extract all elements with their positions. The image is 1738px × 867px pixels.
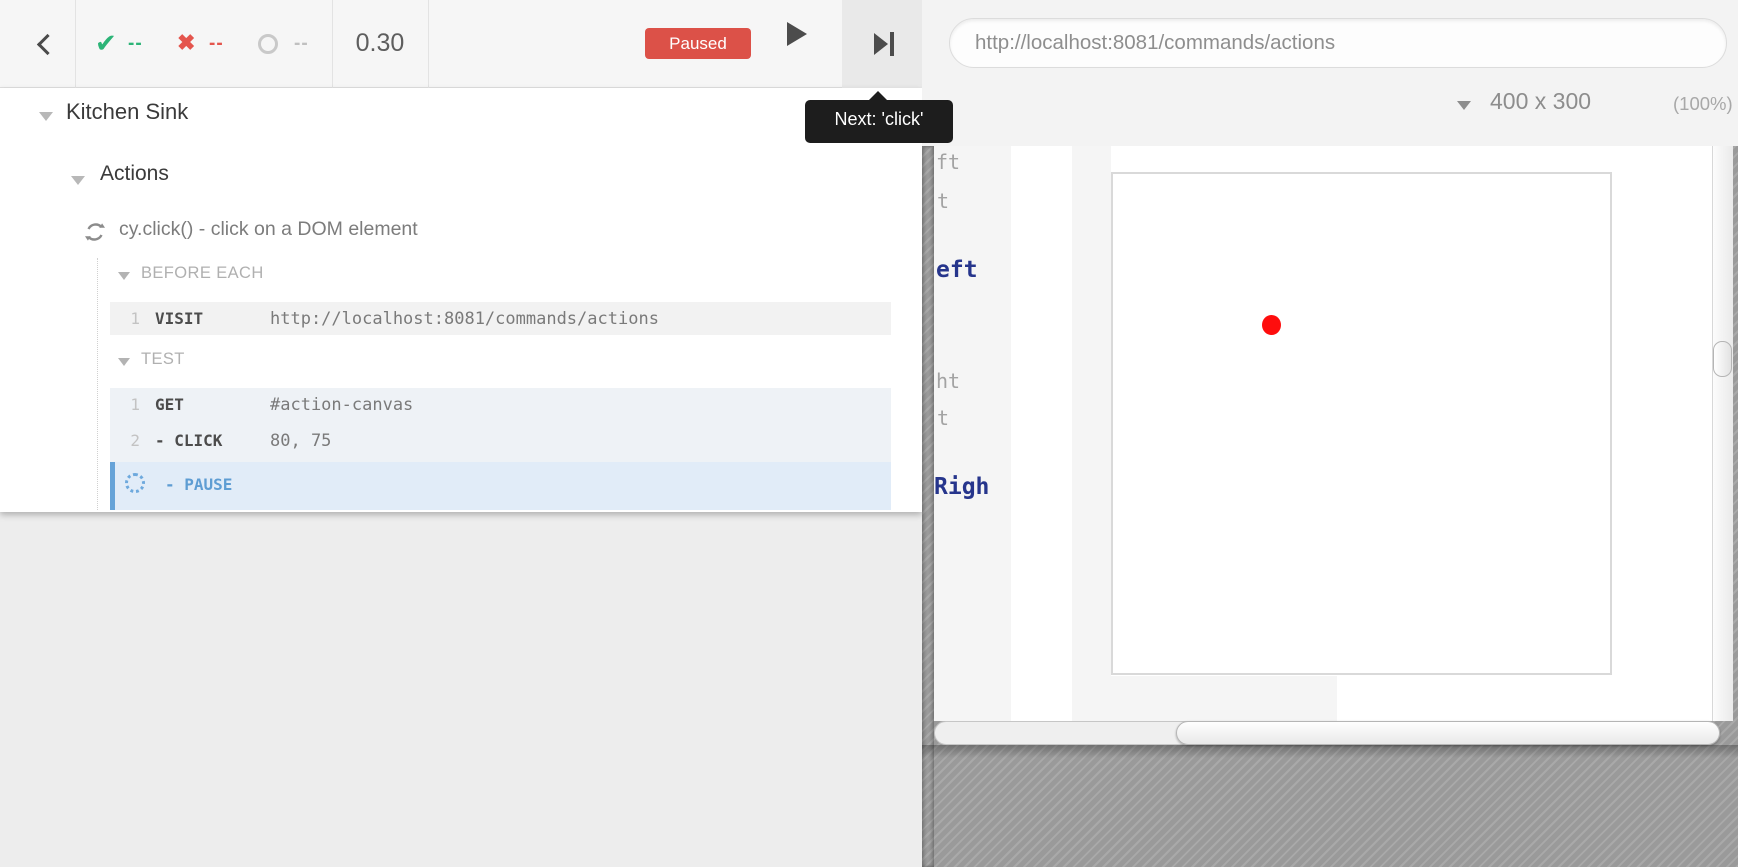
aut-header: http://localhost:8081/commands/actions 4…: [922, 0, 1738, 146]
toolbar-divider: [75, 0, 76, 88]
play-icon: [787, 22, 807, 46]
page-link-fragment-right[interactable]: Righ: [934, 474, 989, 500]
passed-check-icon: ✔: [95, 28, 117, 59]
command-row-pause[interactable]: - PAUSE: [110, 462, 891, 510]
command-row-click[interactable]: 2 - CLICK 80, 75: [110, 424, 891, 462]
collapse-triangle-icon[interactable]: [39, 112, 53, 121]
tooltip-caret: [869, 91, 887, 100]
url-input[interactable]: http://localhost:8081/commands/actions: [949, 18, 1727, 68]
resume-play-button[interactable]: [770, 20, 826, 68]
page-link-fragment-left[interactable]: eft: [936, 257, 978, 283]
back-button[interactable]: [14, 0, 70, 88]
next-step-tooltip: Next: 'click': [805, 100, 953, 143]
command-number: 1: [118, 309, 140, 328]
page-text-fragment: ht: [936, 369, 960, 393]
pending-count: --: [294, 33, 309, 55]
command-args: #action-canvas: [270, 395, 413, 415]
pane-divider-shadow: [922, 146, 934, 867]
page-text-fragment: ft: [936, 150, 960, 174]
command-name: GET: [155, 395, 184, 414]
command-args: 80, 75: [270, 431, 331, 451]
test-title[interactable]: cy.click() - click on a DOM element: [119, 218, 418, 241]
page-column-gray: [934, 146, 1011, 721]
hook-test-label[interactable]: TEST: [141, 350, 185, 369]
pause-spinner-icon: [125, 473, 145, 493]
page-text-fragment: t: [937, 406, 949, 430]
pending-ring-icon: [258, 34, 278, 54]
command-name: - CLICK: [155, 431, 222, 450]
reporter-pane: ✔ -- ✖ -- -- 0.30 Paused Kitchen Sink Ac…: [0, 0, 922, 867]
page-text-fragment: t: [937, 189, 949, 213]
command-name: - PAUSE: [165, 475, 232, 494]
page-band-gray: [1072, 676, 1337, 721]
command-number: 1: [118, 395, 140, 414]
suite-kitchen-sink[interactable]: Kitchen Sink: [66, 99, 188, 125]
step-next-icon: [874, 33, 888, 55]
viewport-zoom: (100%): [1673, 93, 1733, 115]
rerun-test-icon: [84, 221, 106, 243]
viewport-size[interactable]: 400 x 300: [1490, 88, 1591, 115]
command-name: VISIT: [155, 309, 203, 328]
click-dot: [1262, 315, 1281, 335]
command-args: http://localhost:8081/commands/actions: [270, 309, 659, 329]
suite-actions[interactable]: Actions: [100, 162, 169, 186]
command-row-visit[interactable]: 1 VISIT http://localhost:8081/commands/a…: [110, 302, 891, 335]
collapse-triangle-icon[interactable]: [71, 176, 85, 185]
viewport-dropdown-icon[interactable]: [1457, 101, 1471, 110]
command-row-get[interactable]: 1 GET #action-canvas: [110, 388, 891, 424]
step-next-icon-bar: [890, 32, 894, 56]
vertical-scrollbar-thumb[interactable]: [1713, 341, 1732, 377]
paused-status-badge: Paused: [645, 28, 751, 59]
toolbar-divider: [428, 0, 429, 88]
command-number: 2: [118, 431, 140, 450]
collapse-triangle-icon[interactable]: [118, 358, 130, 366]
cypress-runner: ✔ -- ✖ -- -- 0.30 Paused Kitchen Sink Ac…: [0, 0, 1738, 867]
next-step-button[interactable]: [842, 0, 922, 88]
back-chevron-icon: [37, 34, 58, 55]
collapse-triangle-icon[interactable]: [118, 272, 130, 280]
vertical-scrollbar-track[interactable]: [1712, 146, 1733, 721]
failed-count: --: [209, 33, 224, 55]
page-column-gray: [1072, 146, 1111, 676]
aut-bottom-shadow: [922, 745, 1738, 758]
horizontal-scrollbar-thumb[interactable]: [1176, 721, 1720, 745]
failed-x-icon: ✖: [177, 30, 195, 56]
tooltip-text: Next: 'click': [805, 109, 953, 130]
hook-before-each-label[interactable]: BEFORE EACH: [141, 264, 264, 283]
hook-guide-line: [97, 258, 98, 510]
test-duration: 0.30: [332, 29, 428, 58]
action-canvas[interactable]: [1111, 172, 1612, 675]
passed-count: --: [128, 33, 143, 55]
reporter-toolbar: ✔ -- ✖ -- -- 0.30 Paused: [0, 0, 922, 88]
